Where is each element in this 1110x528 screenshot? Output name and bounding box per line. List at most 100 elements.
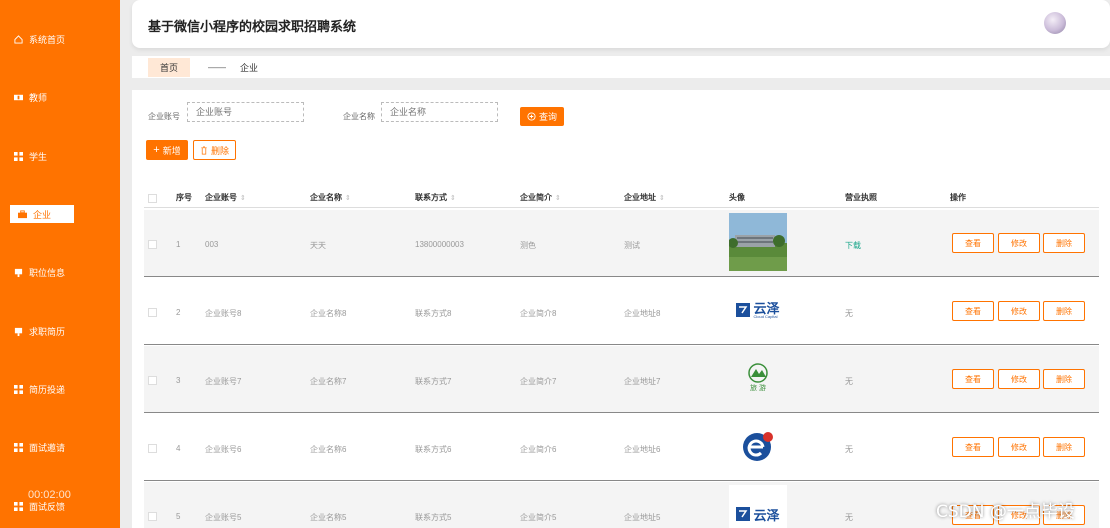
view-button[interactable]: 查看: [952, 437, 994, 457]
header-address[interactable]: 企业地址 ⇕: [624, 192, 665, 203]
select-all-checkbox[interactable]: [148, 194, 157, 203]
row-checkbox[interactable]: [148, 376, 157, 385]
breadcrumb-home[interactable]: 首页: [148, 57, 191, 77]
sidebar-item-label: 求职简历: [29, 326, 66, 337]
home-icon: [14, 34, 23, 44]
table-row[interactable]: 1 003 天天 13800000003 测色 测试 下载 查看 修改 删除: [144, 210, 1099, 277]
view-button[interactable]: 查看: [952, 233, 994, 253]
sort-icon[interactable]: ⇕: [345, 194, 351, 202]
header-account-label: 企业账号: [205, 193, 237, 202]
add-button-label: 新增: [162, 145, 181, 156]
sidebar-item-resume[interactable]: 求职简历: [14, 322, 65, 340]
avatar[interactable]: [1044, 12, 1066, 34]
table-row[interactable]: 4 企业账号6 企业名称6 联系方式6 企业简介6 企业地址6 无 查看 修改 …: [144, 414, 1099, 481]
yunze-logo: 云泽: [736, 505, 780, 524]
account-search-input[interactable]: [187, 102, 304, 122]
edit-button[interactable]: 修改: [998, 233, 1040, 253]
cell-address: 测试: [624, 241, 640, 250]
sidebar-item-label: 面试邀请: [29, 442, 66, 453]
sidebar-item-label: 职位信息: [29, 267, 66, 278]
table-row[interactable]: 2 企业账号8 企业名称8 联系方式8 企业简介8 企业地址8 云泽 Cloud…: [144, 278, 1099, 345]
sidebar-item-interview[interactable]: 面试邀请: [14, 438, 65, 456]
company-avatar-image: [729, 417, 787, 475]
yunze-mark-icon: [736, 303, 751, 317]
cell-address: 企业地址6: [624, 445, 661, 454]
name-search-input[interactable]: [381, 102, 498, 122]
yunze-logo-subtext: Cloud Capital: [753, 313, 778, 319]
grid-icon: [14, 151, 23, 161]
table-header: 序号 企业账号 ⇕ 企业名称 ⇕ 联系方式 ⇕ 企业简介 ⇕ 企业地址 ⇕ 头像 营业执照…: [144, 186, 1099, 208]
sidebar-item-teacher[interactable]: 教师: [14, 88, 47, 106]
delete-button[interactable]: 删除: [1043, 233, 1085, 253]
cell-name: 企业名称7: [310, 377, 347, 386]
grid-icon: [14, 501, 23, 511]
sidebar-item-home[interactable]: 系统首页: [14, 30, 65, 48]
briefcase-icon: [18, 209, 27, 218]
table-row[interactable]: 3 企业账号7 企业名称7 联系方式7 企业简介7 企业地址7 旅 游 无 查看…: [144, 346, 1099, 413]
cell-name: 企业名称8: [310, 309, 347, 318]
edit-button[interactable]: 修改: [998, 301, 1040, 321]
sidebar-item-company[interactable]: 企业: [10, 205, 74, 223]
app-title: 基于微信小程序的校园求职招聘系统: [148, 19, 357, 34]
view-button[interactable]: 查看: [952, 369, 994, 389]
yunze-mark-icon: [736, 507, 751, 521]
header-address-label: 企业地址: [624, 193, 656, 202]
cell-account: 企业账号5: [205, 513, 242, 522]
sidebar-item-label: 简历投递: [29, 384, 66, 395]
campus-photo: [729, 213, 787, 271]
query-button-label: 查询: [538, 112, 557, 122]
cell-account: 企业账号7: [205, 377, 242, 386]
sort-icon[interactable]: ⇕: [659, 194, 665, 202]
cell-contact: 13800000003: [415, 240, 464, 249]
header-ops-label: 操作: [950, 193, 966, 202]
edit-button[interactable]: 修改: [998, 369, 1040, 389]
cell-address: 企业地址5: [624, 513, 661, 522]
header-intro[interactable]: 企业简介 ⇕: [520, 192, 561, 203]
header-license: 营业执照: [845, 192, 877, 203]
sidebar-item-jobs[interactable]: 职位信息: [14, 263, 65, 281]
cell-address: 企业地址8: [624, 309, 661, 318]
sidebar-item-delivery[interactable]: 简历投递: [14, 380, 65, 398]
delete-button-label: 删除: [210, 145, 229, 156]
sidebar-item-label: 企业: [33, 209, 52, 220]
header: 基于微信小程序的校园求职招聘系统: [132, 0, 1110, 48]
cell-license: 无: [845, 513, 853, 522]
breadcrumb-current: 企业: [240, 62, 259, 73]
row-checkbox[interactable]: [148, 308, 157, 317]
header-contact[interactable]: 联系方式 ⇕: [415, 192, 456, 203]
account-search-label: 企业账号: [148, 112, 180, 121]
trash-icon: [201, 146, 207, 154]
cell-index: 3: [176, 376, 181, 385]
header-name[interactable]: 企业名称 ⇕: [310, 192, 351, 203]
header-license-label: 营业执照: [845, 193, 877, 202]
row-checkbox[interactable]: [148, 240, 157, 249]
sort-icon[interactable]: ⇕: [240, 194, 246, 202]
cell-contact: 联系方式7: [415, 377, 452, 386]
search-icon: [527, 112, 536, 121]
header-index-label: 序号: [176, 193, 192, 202]
cell-index: 5: [176, 512, 181, 521]
e-logo: [743, 432, 773, 461]
header-contact-label: 联系方式: [415, 193, 447, 202]
delete-button[interactable]: 删除: [1043, 301, 1085, 321]
query-button[interactable]: 查询: [520, 107, 564, 126]
sidebar-item-label: 学生: [29, 151, 48, 162]
cell-address: 企业地址7: [624, 377, 661, 386]
edit-button[interactable]: 修改: [998, 437, 1040, 457]
cell-account: 003: [205, 240, 219, 249]
header-account[interactable]: 企业账号 ⇕: [205, 192, 246, 203]
company-avatar-image: [729, 213, 787, 271]
row-checkbox[interactable]: [148, 444, 157, 453]
license-download-link[interactable]: 下载: [845, 240, 861, 251]
sidebar-item-label: 教师: [29, 92, 48, 103]
row-checkbox[interactable]: [148, 512, 157, 521]
delete-button[interactable]: 删除: [1043, 437, 1085, 457]
add-button[interactable]: + 新增: [146, 140, 188, 160]
cell-intro: 企业简介7: [520, 377, 557, 386]
delete-button[interactable]: 删除: [1043, 369, 1085, 389]
batch-delete-button[interactable]: 删除: [193, 140, 236, 160]
sidebar-item-student[interactable]: 学生: [14, 147, 47, 165]
sort-icon[interactable]: ⇕: [450, 194, 456, 202]
view-button[interactable]: 查看: [952, 301, 994, 321]
sort-icon[interactable]: ⇕: [555, 194, 561, 202]
